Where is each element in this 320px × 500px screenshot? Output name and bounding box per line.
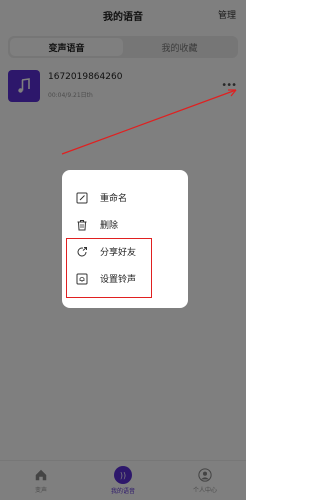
menu-item-rename[interactable]: 重命名 bbox=[62, 184, 188, 211]
annotation-highlight-box bbox=[66, 238, 152, 298]
trash-icon bbox=[76, 219, 88, 231]
edit-icon bbox=[76, 192, 88, 204]
menu-item-delete[interactable]: 删除 bbox=[62, 211, 188, 238]
menu-label: 重命名 bbox=[100, 194, 128, 204]
menu-label: 删除 bbox=[100, 221, 119, 231]
